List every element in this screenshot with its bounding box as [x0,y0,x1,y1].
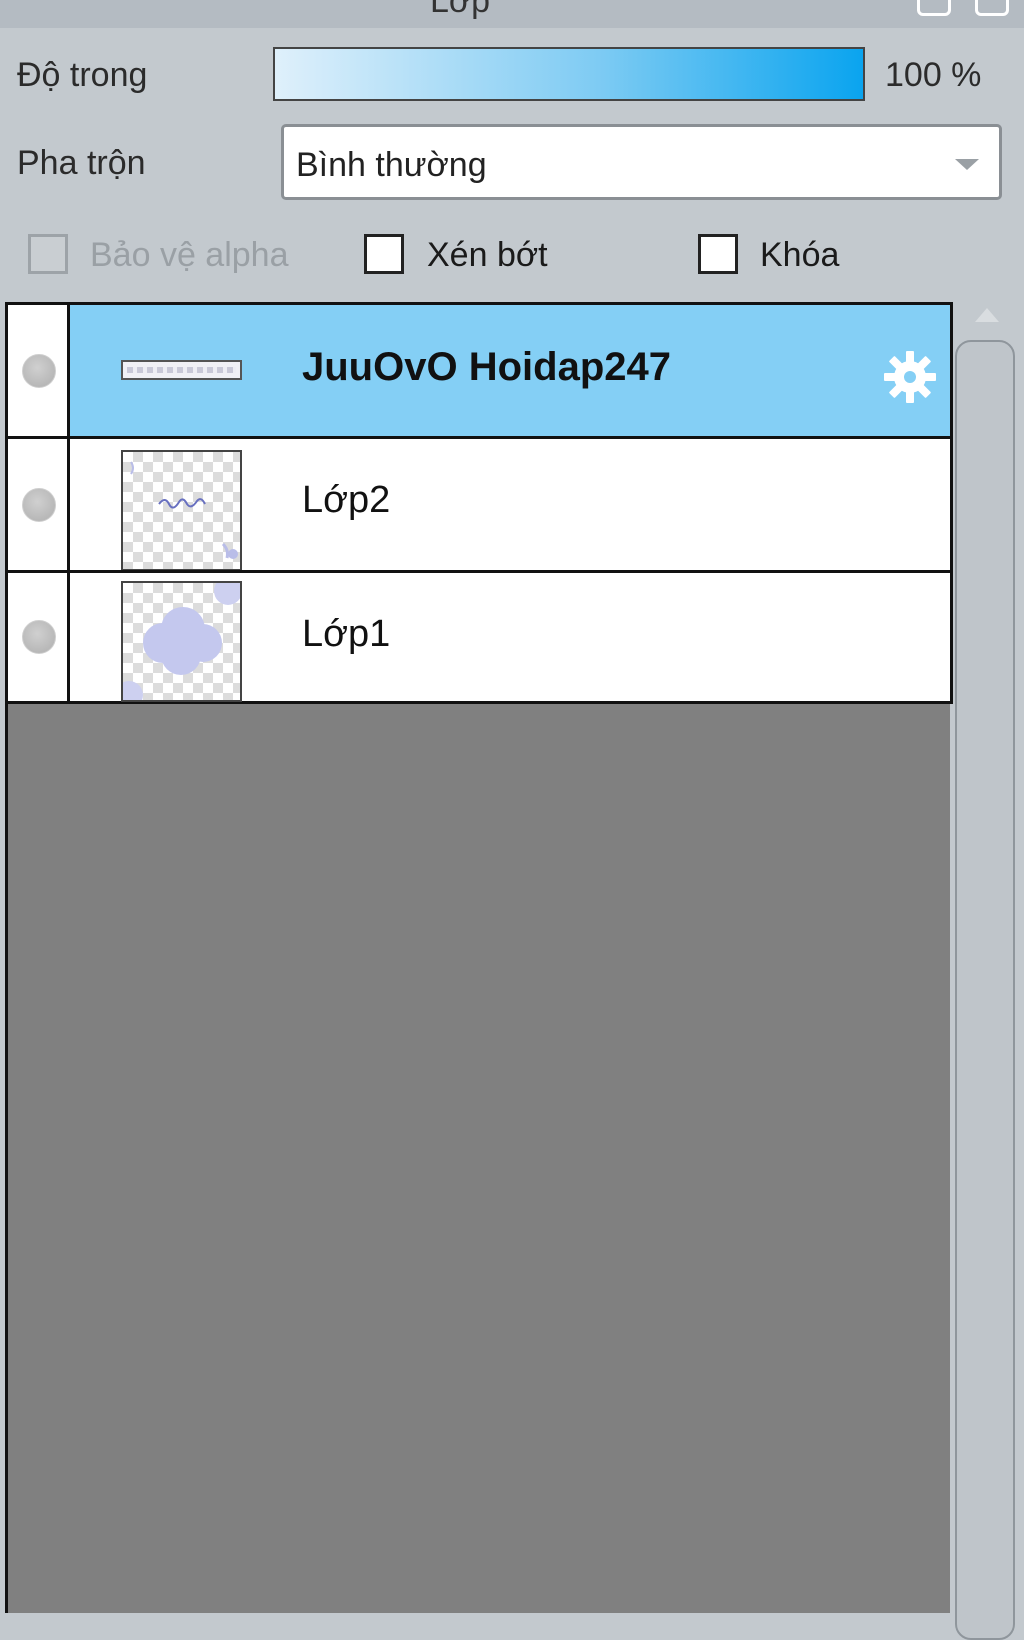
visibility-cell [8,439,70,570]
layer-thumbnail [121,450,242,571]
visibility-toggle-icon[interactable] [22,353,56,388]
layer-row[interactable]: Lớp1 [8,570,953,704]
layer-row[interactable]: Lớp2 [8,436,953,571]
blend-mode-value: Bình thường [296,146,487,184]
lock-checkbox[interactable] [698,234,738,274]
opacity-slider[interactable] [273,47,865,101]
gear-icon[interactable] [880,347,940,407]
lock-label: Khóa [760,236,840,274]
visibility-cell [8,573,70,701]
scroll-up-arrow-icon[interactable] [975,308,999,322]
layer-thumbnail [121,360,242,380]
layer-name: Lớp2 [302,479,391,521]
clip-checkbox[interactable] [364,234,404,274]
alpha-protect-label: Bảo vệ alpha [90,236,289,274]
panel-titlebar: Lớp [0,0,1024,28]
clip-label: Xén bớt [427,236,548,274]
layer-content[interactable]: JuuOvO Hoidap247 [70,305,950,436]
layer-thumbnail [121,581,242,702]
layer-content[interactable]: Lớp2 [70,439,950,571]
layer-name: JuuOvO Hoidap247 [302,345,671,389]
layer-scrollbar[interactable] [955,302,1017,1640]
layer-content[interactable]: Lớp1 [70,573,950,702]
chevron-down-icon [955,159,979,170]
scrollbar-thumb[interactable] [955,340,1015,1640]
layer-name: Lớp1 [302,613,391,655]
visibility-toggle-icon[interactable] [22,620,56,654]
layer-list: JuuOvO Hoidap247 Lớp2 Lớp1 [5,302,953,1613]
cloud-icon [123,583,240,700]
blend-mode-select[interactable]: Bình thường [281,124,1002,200]
layer-row[interactable]: JuuOvO Hoidap247 [8,302,953,436]
alpha-protect-checkbox[interactable] [28,234,68,274]
blend-mode-label: Pha trộn [17,144,146,182]
opacity-value: 100 % [885,56,982,94]
panel-title: Lớp [429,0,491,20]
visibility-toggle-icon[interactable] [22,487,56,522]
panel-close-button[interactable] [975,0,1009,16]
opacity-label: Độ trong [17,56,148,94]
panel-minimize-button[interactable] [917,0,951,16]
handwritten-sketch-icon [130,461,238,559]
visibility-cell [8,305,70,436]
